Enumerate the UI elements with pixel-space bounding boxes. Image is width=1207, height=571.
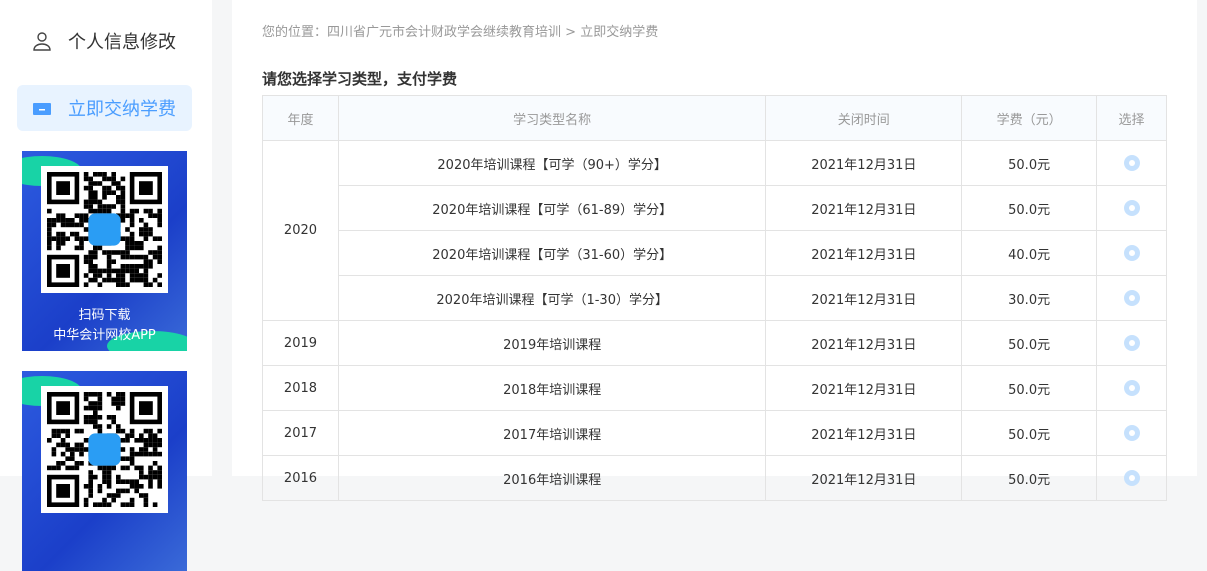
select-cell <box>1096 275 1167 321</box>
fee: 50.0元 <box>961 320 1098 366</box>
table-row: 2019 2019年培训课程 2021年12月31日 50.0元 <box>262 320 1167 366</box>
close-date: 2021年12月31日 <box>765 140 963 186</box>
sidebar: 个人信息修改 立即交纳学费 扫码下载 中华会计网校APP <box>0 0 212 571</box>
qr-banner <box>22 371 187 571</box>
column-header: 选择 <box>1096 95 1167 141</box>
select-cell <box>1096 185 1167 231</box>
course-name: 2020年培训课程【可学（90+）学分】 <box>337 140 767 186</box>
promo-text: 中华会计网校APP <box>53 328 156 343</box>
fee: 50.0元 <box>961 140 1098 186</box>
table-row: 2020 2020年培训课程【可学（90+）学分】 2021年12月31日 50.0元 <box>262 140 1167 321</box>
qr-code <box>41 386 168 513</box>
sidebar-item-label: 个人信息修改 <box>68 32 176 53</box>
wallet-icon <box>31 101 53 115</box>
breadcrumb: 您的位置：四川省广元市会计财政学会继续教育培训 > 立即交纳学费 <box>262 21 658 40</box>
qr-code <box>41 166 168 293</box>
course-name: 2017年培训课程 <box>337 410 767 456</box>
select-radio[interactable] <box>1123 380 1140 396</box>
select-radio[interactable] <box>1123 245 1140 261</box>
main-content: 您的位置：四川省广元市会计财政学会继续教育培训 > 立即交纳学费 请您选择学习类… <box>232 0 1197 501</box>
fee: 50.0元 <box>961 455 1098 501</box>
select-radio[interactable] <box>1123 200 1140 216</box>
course-name: 2018年培训课程 <box>337 365 767 411</box>
table-row: 2020年培训课程【可学（1-30）学分】 2021年12月31日 30.0元 <box>263 275 1167 321</box>
column-header: 学习类型名称 <box>337 95 767 141</box>
fee: 30.0元 <box>961 275 1098 321</box>
section-title: 请您选择学习类型，支付学费 <box>262 70 458 88</box>
select-radio[interactable] <box>1123 335 1140 351</box>
table-row: 2020年培训课程【可学（61-89）学分】 2021年12月31日 50.0元 <box>263 185 1167 231</box>
fee: 50.0元 <box>961 365 1098 411</box>
select-radio[interactable] <box>1123 155 1140 171</box>
fee: 50.0元 <box>961 410 1098 456</box>
fee: 50.0元 <box>961 185 1098 231</box>
fee: 40.0元 <box>961 230 1098 276</box>
close-date: 2021年12月31日 <box>765 365 963 411</box>
app-download-qr-banner: 扫码下载 中华会计网校APP <box>22 151 187 351</box>
breadcrumb-prefix: 您的位置： <box>262 25 328 40</box>
sidebar-item-profile[interactable]: 个人信息修改 <box>17 18 192 64</box>
close-date: 2021年12月31日 <box>765 230 963 276</box>
select-radio[interactable] <box>1123 290 1140 306</box>
year-cell: 2020 <box>262 140 339 321</box>
close-date: 2021年12月31日 <box>765 275 963 321</box>
course-name: 2020年培训课程【可学（61-89）学分】 <box>337 185 767 231</box>
close-date: 2021年12月31日 <box>765 410 963 456</box>
column-header: 学费（元） <box>961 95 1098 141</box>
breadcrumb-current: 立即交纳学费 <box>580 25 659 40</box>
select-cell <box>1096 230 1167 276</box>
year-cell: 2017 <box>262 410 339 456</box>
select-cell <box>1096 410 1167 456</box>
column-header: 关闭时间 <box>765 95 963 141</box>
table-row: 2017 2017年培训课程 2021年12月31日 50.0元 <box>262 410 1167 456</box>
course-name: 2020年培训课程【可学（31-60）学分】 <box>337 230 767 276</box>
user-icon <box>31 31 53 51</box>
select-cell <box>1096 320 1167 366</box>
close-date: 2021年12月31日 <box>765 455 963 501</box>
course-name: 2020年培训课程【可学（1-30）学分】 <box>337 275 767 321</box>
breadcrumb-link[interactable]: 四川省广元市会计财政学会继续教育培训 <box>327 25 561 40</box>
column-header: 年度 <box>262 95 339 141</box>
breadcrumb-separator: > <box>565 25 577 40</box>
close-date: 2021年12月31日 <box>765 320 963 366</box>
sidebar-item-label: 立即交纳学费 <box>68 99 176 120</box>
close-date: 2021年12月31日 <box>765 185 963 231</box>
select-cell <box>1096 140 1167 186</box>
year-cell: 2016 <box>262 455 339 501</box>
fee-table: 年度 学习类型名称 关闭时间 学费（元） 选择 2020 2020年培训课程【可学（90+… <box>262 95 1167 501</box>
table-row: 2016 2016年培训课程 2021年12月31日 50.0元 <box>262 455 1167 501</box>
year-cell: 2018 <box>262 365 339 411</box>
sidebar-item-pay-fee[interactable]: 立即交纳学费 <box>17 85 192 131</box>
select-cell <box>1096 455 1167 501</box>
select-radio[interactable] <box>1123 470 1140 486</box>
table-row: 2018 2018年培训课程 2021年12月31日 50.0元 <box>262 365 1167 411</box>
promo-text: 扫码下载 <box>78 308 131 323</box>
table-row: 2020年培训课程【可学（31-60）学分】 2021年12月31日 40.0元 <box>263 230 1167 276</box>
select-cell <box>1096 365 1167 411</box>
course-name: 2019年培训课程 <box>337 320 767 366</box>
select-radio[interactable] <box>1123 425 1140 441</box>
course-name: 2016年培训课程 <box>337 455 767 501</box>
year-cell: 2019 <box>262 320 339 366</box>
